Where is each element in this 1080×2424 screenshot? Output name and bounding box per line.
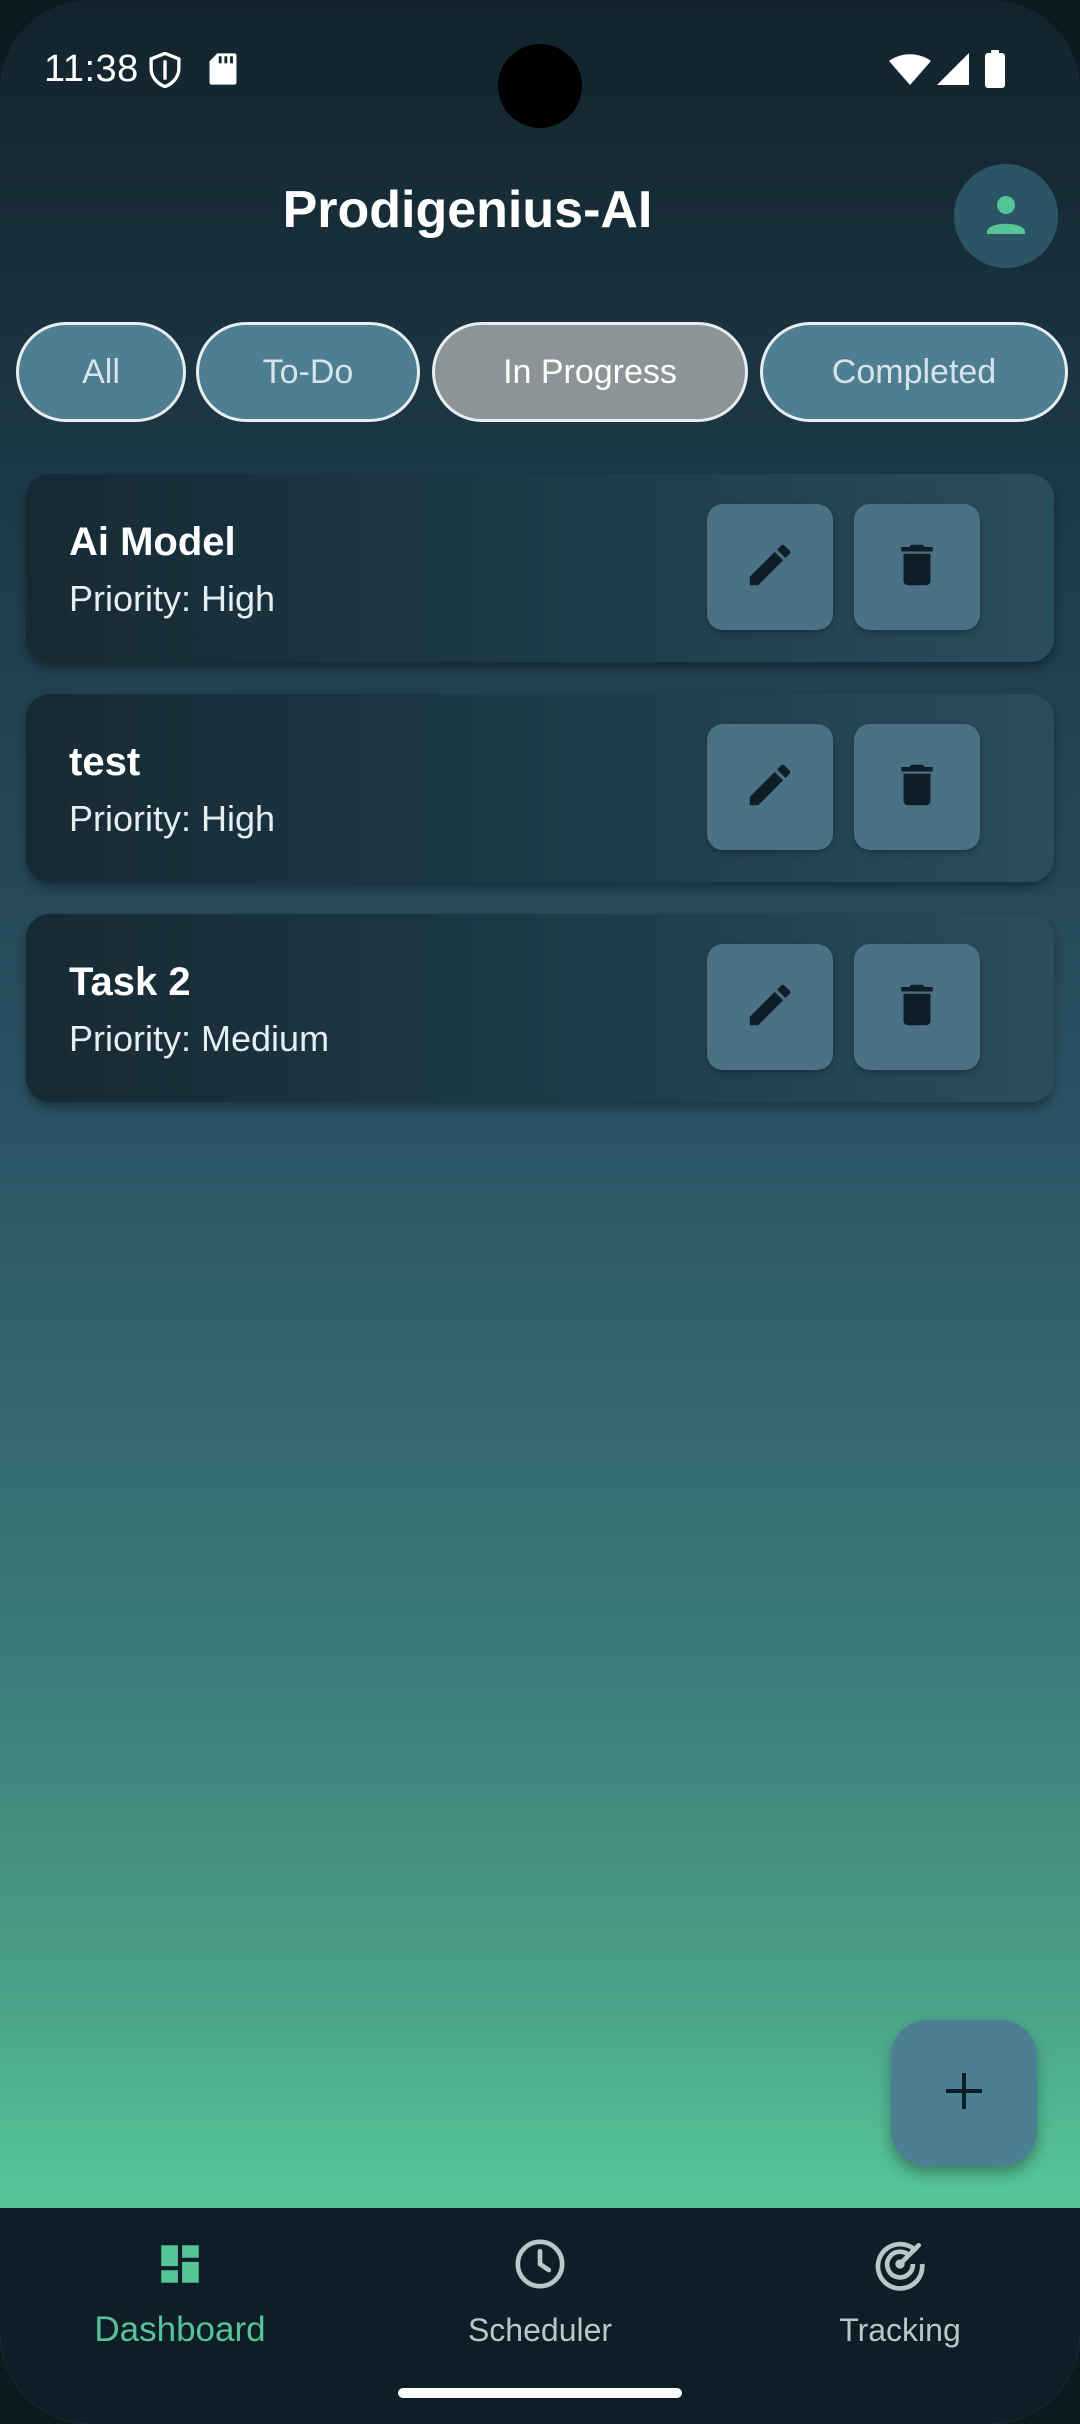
task-card[interactable]: test Priority: High (26, 694, 1054, 882)
home-indicator[interactable] (398, 2388, 682, 2398)
front-camera (498, 44, 582, 128)
filter-chip-label: In Progress (503, 352, 677, 391)
trash-icon (890, 758, 944, 817)
task-priority: Priority: Medium (69, 1018, 330, 1059)
pencil-icon (743, 758, 797, 817)
profile-button[interactable] (954, 164, 1058, 268)
nav-item-scheduler[interactable]: Scheduler (360, 2230, 720, 2370)
trash-icon (890, 978, 944, 1037)
filter-chip-label: To-Do (262, 352, 354, 391)
task-card[interactable]: Task 2 Priority: Medium (26, 914, 1054, 1102)
pencil-icon (743, 538, 797, 597)
filter-chip-completed[interactable]: Completed (760, 322, 1068, 422)
delete-button[interactable] (854, 944, 980, 1070)
status-bar: 11:38 (0, 0, 1080, 140)
nav-label: Dashboard (94, 2310, 266, 2349)
nav-label: Tracking (839, 2312, 961, 2348)
trash-icon (890, 538, 944, 597)
app-screen: 11:38 Prodigenius-AI All To-Do In Progre… (0, 0, 1080, 2424)
pencil-icon (743, 978, 797, 1037)
task-title: test (69, 740, 141, 784)
add-task-button[interactable] (891, 2020, 1037, 2166)
radar-icon (872, 2230, 928, 2298)
nav-item-dashboard[interactable]: Dashboard (0, 2230, 360, 2370)
shield-icon (148, 51, 182, 93)
edit-button[interactable] (707, 944, 833, 1070)
nav-label: Scheduler (467, 2312, 613, 2348)
edit-button[interactable] (707, 504, 833, 630)
plus-icon (942, 2069, 986, 2118)
status-time: 11:38 (44, 48, 139, 90)
task-title: Task 2 (69, 960, 191, 1004)
app-title: Prodigenius-AI (282, 181, 653, 239)
filter-chip-todo[interactable]: To-Do (196, 322, 420, 422)
signal-icon (936, 52, 970, 91)
sd-card-icon (208, 52, 238, 91)
filter-chip-label: Completed (831, 352, 997, 391)
filter-chip-all[interactable]: All (16, 322, 186, 422)
task-priority: Priority: High (69, 798, 276, 839)
delete-button[interactable] (854, 504, 980, 630)
delete-button[interactable] (854, 724, 980, 850)
wifi-icon (888, 54, 932, 91)
filter-chip-in-progress[interactable]: In Progress (432, 322, 748, 422)
task-priority: Priority: High (69, 578, 276, 619)
clock-icon (512, 2230, 568, 2298)
task-card[interactable]: Ai Model Priority: High (26, 474, 1054, 662)
person-icon (982, 190, 1030, 243)
task-title: Ai Model (69, 520, 236, 564)
edit-button[interactable] (707, 724, 833, 850)
battery-icon (984, 50, 1006, 93)
filter-chip-label: All (82, 352, 120, 391)
nav-item-tracking[interactable]: Tracking (720, 2230, 1080, 2370)
dashboard-icon (155, 2230, 205, 2298)
